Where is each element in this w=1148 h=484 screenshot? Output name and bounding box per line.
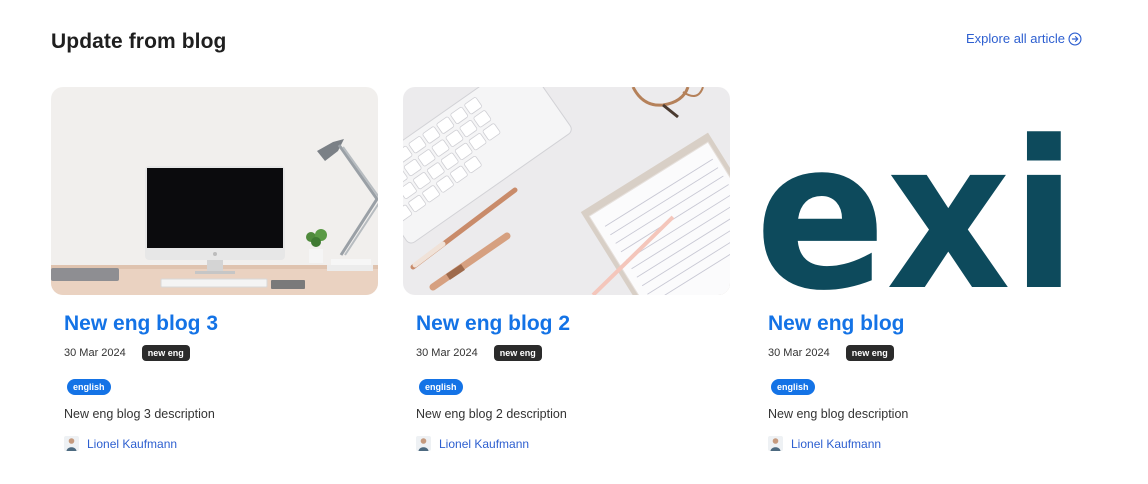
- arrow-circle-right-icon: [1068, 31, 1082, 46]
- blog-card-description: New eng blog 2 description: [416, 407, 567, 421]
- section-title: Update from blog: [51, 30, 227, 53]
- keyboard-pens-photo-icon: [403, 87, 730, 295]
- blog-card-description: New eng blog 3 description: [64, 407, 215, 421]
- avatar: [768, 436, 783, 451]
- blog-card-date: 30 Mar 2024: [768, 347, 830, 359]
- blog-card-title[interactable]: New eng blog: [768, 311, 1082, 337]
- blog-card-image[interactable]: [51, 87, 378, 295]
- avatar: [416, 436, 431, 451]
- explore-all-link[interactable]: Explore all article: [966, 31, 1082, 46]
- language-tag[interactable]: english: [67, 379, 111, 395]
- author-name: Lionel Kaufmann: [439, 436, 530, 451]
- author-link[interactable]: Lionel Kaufmann: [64, 436, 378, 451]
- category-badge[interactable]: new eng: [141, 345, 190, 361]
- desk-computer-photo-icon: [51, 87, 378, 295]
- explore-all-label: Explore all article: [966, 31, 1065, 46]
- blog-card: exi New eng blog 30 Mar 2024 new eng eng…: [755, 87, 1082, 451]
- author-link[interactable]: Lionel Kaufmann: [768, 436, 1082, 451]
- exi-logo-text: exi: [755, 98, 1077, 295]
- author-name: Lionel Kaufmann: [87, 436, 178, 451]
- category-badge[interactable]: new eng: [845, 345, 894, 361]
- blog-card-description: New eng blog description: [768, 407, 909, 421]
- category-badge[interactable]: new eng: [493, 345, 542, 361]
- blog-card-date: 30 Mar 2024: [416, 347, 478, 359]
- blog-card-image[interactable]: [403, 87, 730, 295]
- language-tag[interactable]: english: [771, 379, 815, 395]
- blog-card-date: 30 Mar 2024: [64, 347, 126, 359]
- author-link[interactable]: Lionel Kaufmann: [416, 436, 730, 451]
- blog-card-image[interactable]: exi: [755, 87, 1082, 295]
- blog-card-title[interactable]: New eng blog 2: [416, 311, 730, 337]
- blog-card: New eng blog 3 30 Mar 2024 new eng engli…: [51, 87, 378, 451]
- author-name: Lionel Kaufmann: [791, 436, 882, 451]
- language-tag[interactable]: english: [419, 379, 463, 395]
- exi-logo-icon: exi: [755, 87, 1082, 295]
- avatar: [64, 436, 79, 451]
- blog-card-title[interactable]: New eng blog 3: [64, 311, 378, 337]
- blog-card: New eng blog 2 30 Mar 2024 new eng engli…: [403, 87, 730, 451]
